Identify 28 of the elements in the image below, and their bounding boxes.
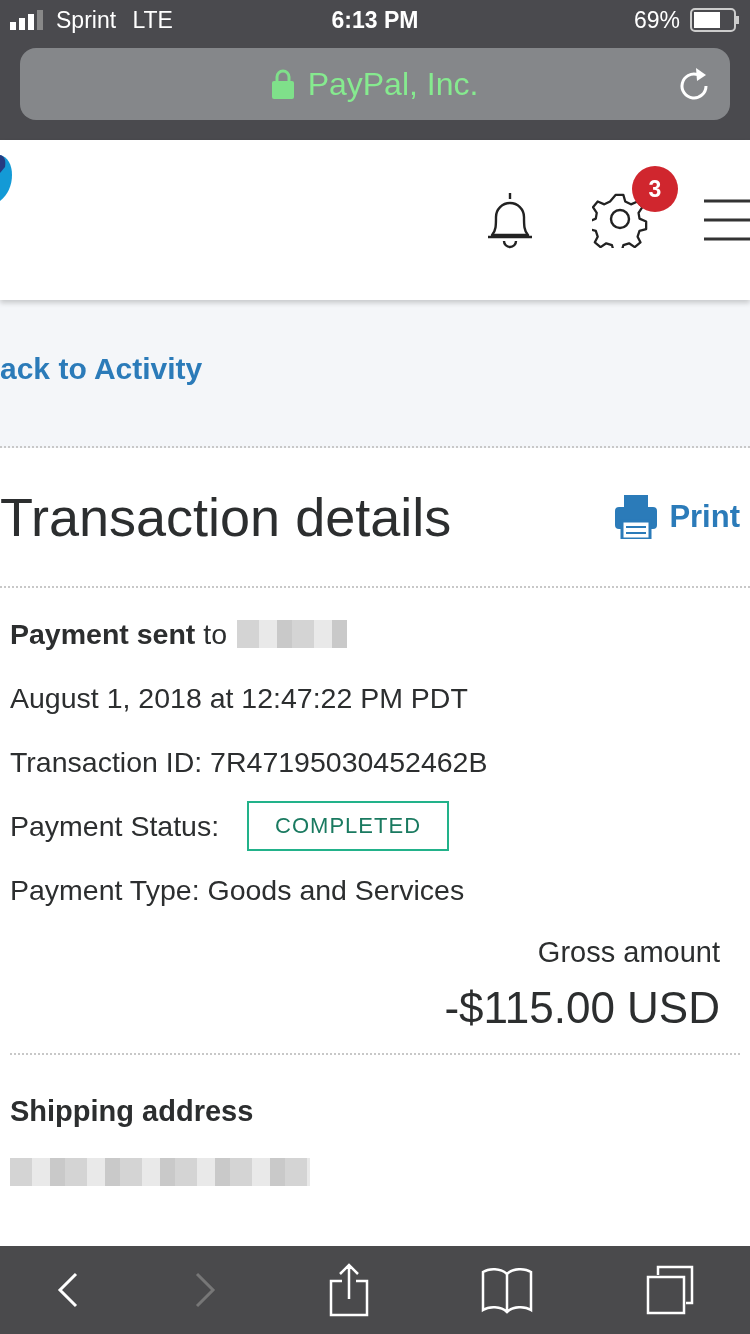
status-label: Payment Status: [10,809,220,843]
menu-icon[interactable] [704,198,750,242]
print-button[interactable]: Print [615,495,740,539]
battery-percent: 69% [633,6,680,34]
gross-amount: -$115.00 USD [444,983,720,1033]
status-badge: COMPLETED [247,801,450,851]
address-bar[interactable]: PayPal, Inc. [20,48,730,120]
tabs-icon[interactable] [645,1265,694,1315]
shipping-heading: Shipping address [10,1094,255,1129]
clock-time: 6:13 PM [331,6,419,34]
payment-recipient-label: Payment sent to [10,617,227,651]
site-title: PayPal, Inc. [307,65,479,103]
book-icon[interactable] [481,1266,534,1314]
share-icon[interactable] [328,1263,369,1317]
carrier-name: Sprint [56,6,117,34]
transaction-id: Transaction ID: 7R47195030452462B [10,744,489,780]
settings-icon[interactable] [592,192,648,248]
signal-icon [10,10,46,30]
payment-type: Payment Type: Goods and Services [10,872,466,908]
page-title: Transaction details [0,486,452,548]
network-type: LTE [131,6,173,34]
printer-icon [615,495,658,539]
lock-icon [271,69,294,99]
transaction-date: August 1, 2018 at 12:47:22 PM PDT [10,680,469,716]
battery-icon [690,8,740,32]
back-to-activity-link[interactable]: ack to Activity [0,352,203,386]
notification-badge: 3 [632,166,678,212]
gross-amount-label: Gross amount [537,936,720,969]
